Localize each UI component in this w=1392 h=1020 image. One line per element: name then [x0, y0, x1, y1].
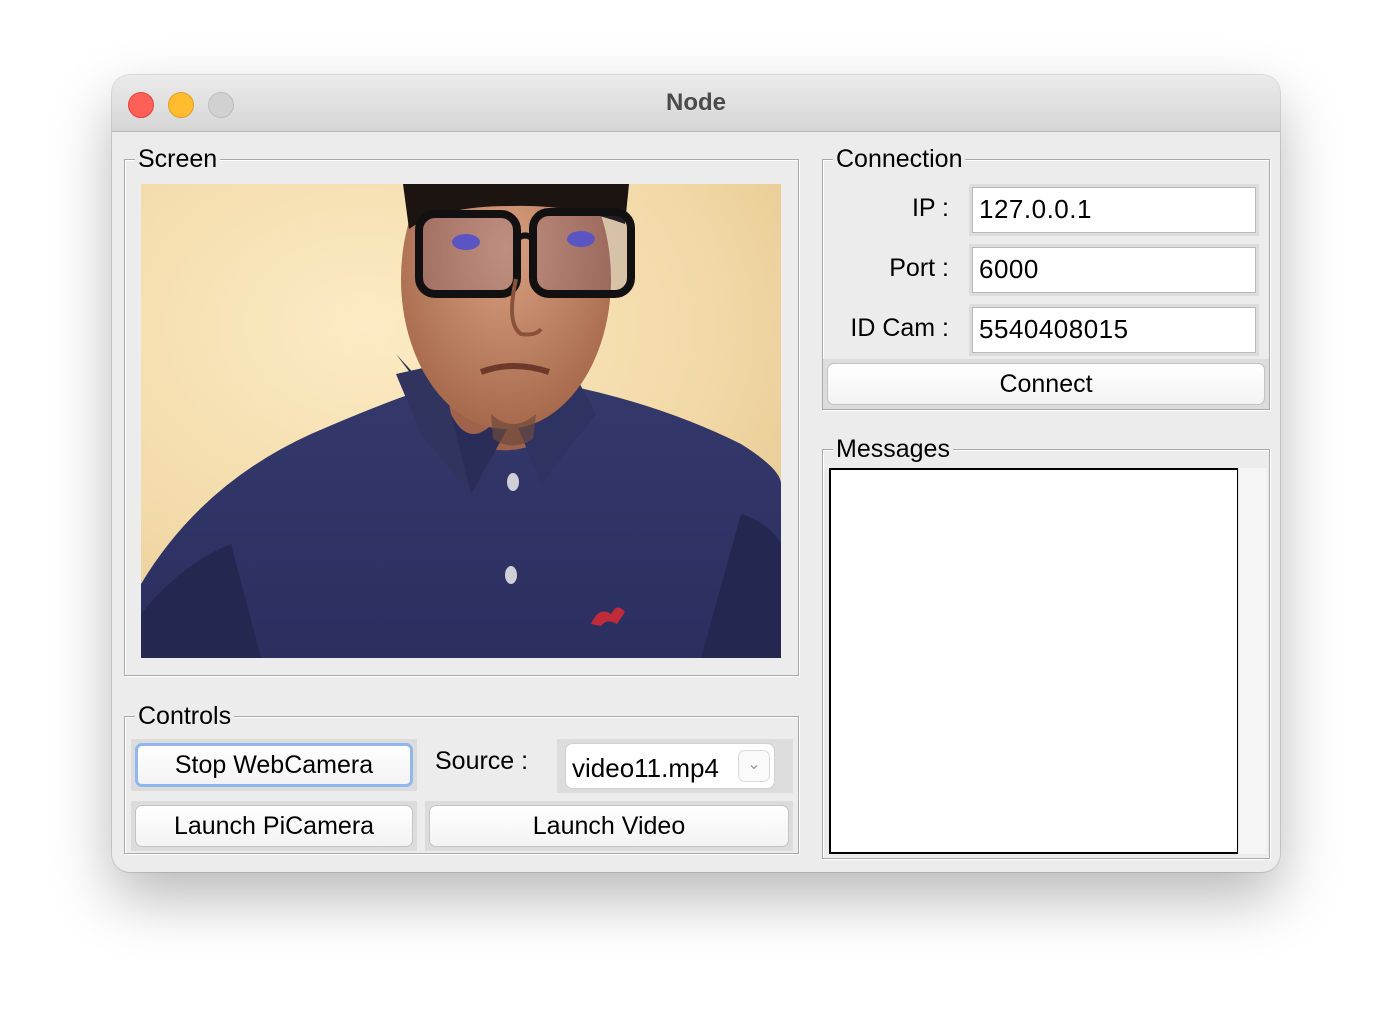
stop-webcamera-button-wrap: Stop WebCamera [131, 739, 417, 791]
launch-video-button-wrap: Launch Video [425, 801, 793, 851]
ip-entry-wrap: 127.0.0.1 [969, 184, 1259, 236]
chevron-down-icon[interactable]: ⌄ [738, 750, 770, 782]
launch-picamera-button-wrap: Launch PiCamera [131, 801, 417, 851]
screen-frame: Screen [124, 143, 799, 676]
connection-frame-label: Connection [833, 143, 966, 175]
window-title: Node [666, 89, 726, 116]
connection-frame: Connection IP : 127.0.0.1 Port : 6000 ID… [822, 143, 1270, 410]
messages-frame-label: Messages [833, 433, 953, 465]
app-window: Node Screen Controls Stop WebCamera Sour… [112, 75, 1280, 872]
source-label: Source : [435, 747, 529, 775]
controls-frame: Controls Stop WebCamera Source : video11… [124, 700, 799, 854]
connect-button[interactable]: Connect [827, 363, 1265, 405]
messages-frame: Messages [822, 433, 1270, 859]
connect-button-wrap: Connect [823, 359, 1269, 409]
port-entry-wrap: 6000 [969, 244, 1259, 296]
idcam-label: ID Cam : [850, 314, 949, 342]
screen-frame-label: Screen [135, 143, 221, 175]
controls-frame-label: Controls [135, 700, 235, 732]
title-bar: Node [112, 75, 1280, 132]
launch-video-button[interactable]: Launch Video [429, 805, 789, 847]
camera-feed-image [141, 184, 781, 658]
idcam-input[interactable]: 5540408015 [972, 307, 1256, 353]
source-select-value: video11.mp4 [572, 753, 719, 783]
idcam-entry-wrap: 5540408015 [969, 304, 1259, 356]
messages-textbox[interactable] [829, 468, 1239, 854]
messages-scrollbar[interactable] [1238, 468, 1267, 854]
port-label: Port : [889, 254, 949, 282]
launch-picamera-button[interactable]: Launch PiCamera [135, 805, 413, 847]
ip-label: IP : [911, 194, 949, 222]
ip-input[interactable]: 127.0.0.1 [972, 187, 1256, 233]
port-input[interactable]: 6000 [972, 247, 1256, 293]
source-select[interactable]: video11.mp4 ⌄ [565, 743, 775, 789]
stop-webcamera-button[interactable]: Stop WebCamera [135, 743, 413, 787]
